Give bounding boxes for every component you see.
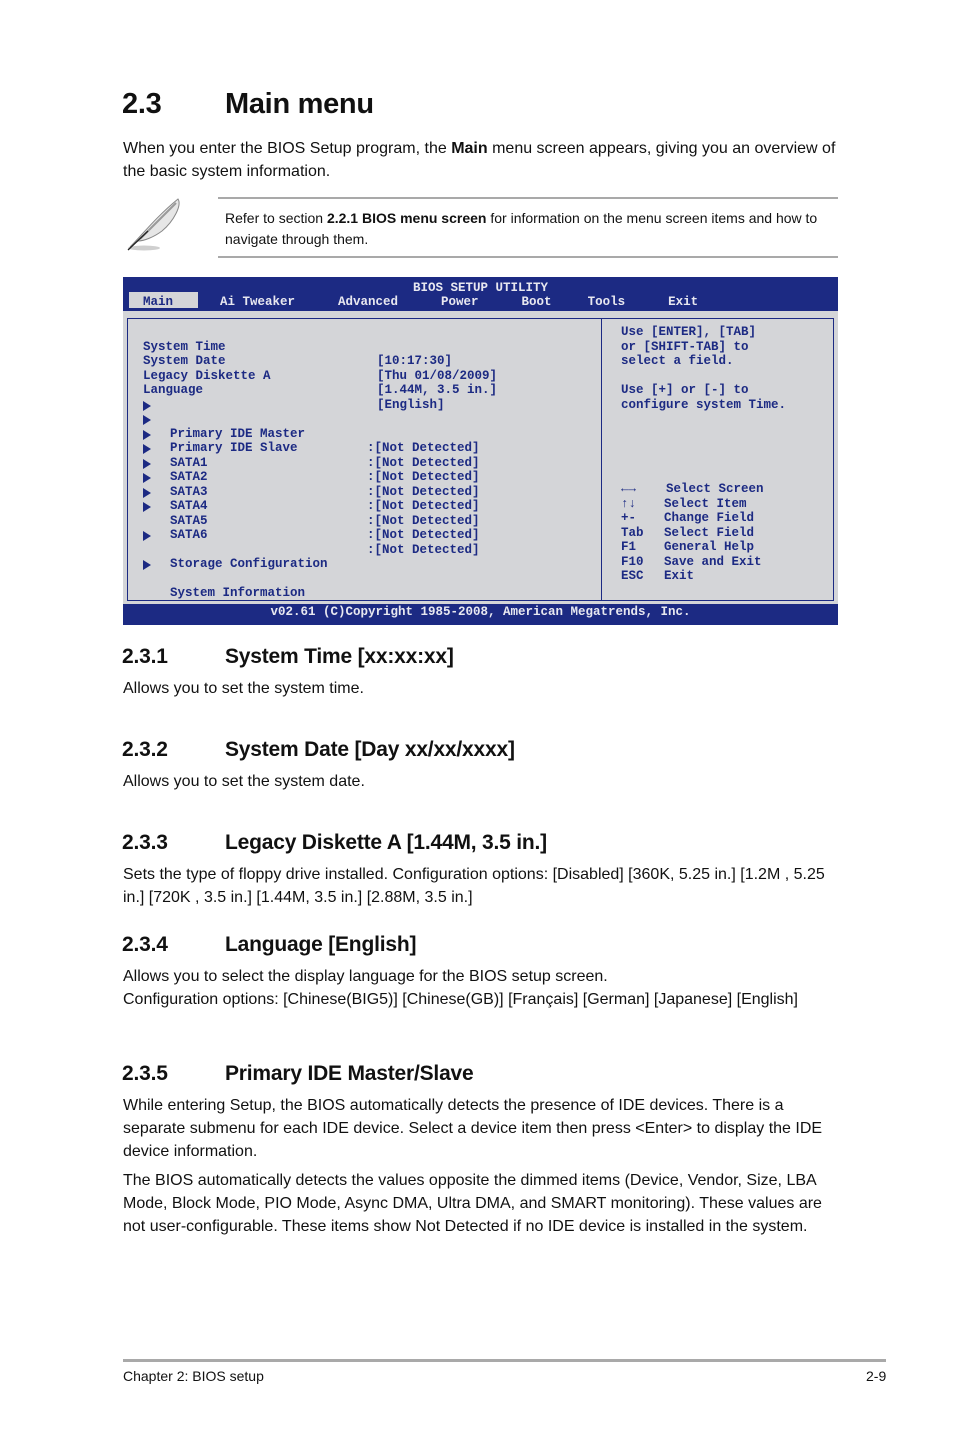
- submenu-arrow-icon: [143, 415, 151, 425]
- left-right-arrows-icon: ←→: [621, 482, 637, 496]
- subsection-paragraph: Allows you to set the system date.: [123, 773, 365, 790]
- intro-paragraph: When you enter the BIOS Setup program, t…: [123, 140, 836, 180]
- note-divider-bottom: [218, 256, 838, 258]
- key-legend-save-exit: F10 Save and Exit: [621, 554, 762, 569]
- submenu-primary-ide-master[interactable]: Primary IDE Master :[Not Detected]: [128, 398, 480, 455]
- help-line: Use [+] or [-] to: [621, 383, 749, 397]
- subsection-heading: 2.3.2 System Date [Day xx/xx/xxxx]: [122, 738, 515, 761]
- submenu-arrow-icon: [143, 530, 151, 541]
- submenu-sata5[interactable]: SATA5 :[Not Detected]: [128, 485, 480, 542]
- tab-boot[interactable]: Boot: [522, 292, 552, 311]
- setting-system-time[interactable]: System Time [10:17:30]: [128, 325, 452, 369]
- up-down-arrows-icon: ↑↓: [621, 496, 637, 511]
- feather-pen-icon: [122, 195, 184, 253]
- submenu-sata1[interactable]: SATA1 :[Not Detected]: [128, 427, 480, 484]
- bios-settings-panel: System Time [10:17:30] System Date [Thu …: [127, 318, 602, 601]
- submenu-sata4[interactable]: SATA4 :[Not Detected]: [128, 470, 480, 528]
- bios-screen: BIOS SETUP UTILITY Main Ai Tweaker Advan…: [123, 277, 838, 625]
- section-number: 2.3: [122, 88, 162, 120]
- tab-tools[interactable]: Tools: [588, 292, 626, 311]
- subsection-paragraph: Sets the type of floppy drive installed.…: [123, 866, 825, 906]
- tab-power[interactable]: Power: [441, 292, 479, 311]
- subsection-paragraph: Configuration options: [Chinese(BIG5)] […: [123, 991, 798, 1008]
- setting-system-date[interactable]: System Date [Thu 01/08/2009]: [128, 340, 497, 383]
- footer-divider: [123, 1359, 886, 1362]
- help-line: select a field.: [621, 354, 734, 368]
- subsection-paragraph: The BIOS automatically detects the value…: [123, 1172, 822, 1235]
- tab-ai-tweaker[interactable]: Ai Tweaker: [220, 292, 295, 311]
- submenu-sata3[interactable]: SATA3 :[Not Detected]: [128, 456, 480, 513]
- key-legend-general-help: F1 General Help: [621, 540, 755, 554]
- subsection-heading: 2.3.5 Primary IDE Master/Slave: [122, 1062, 474, 1085]
- submenu-arrow-icon: [143, 429, 151, 440]
- bios-body: System Time [10:17:30] System Date [Thu …: [123, 311, 838, 604]
- submenu-arrow-icon: [143, 559, 151, 570]
- submenu-sata6[interactable]: SATA6 :[Not Detected]: [128, 499, 480, 557]
- submenu-system-information[interactable]: System Information: [128, 557, 305, 600]
- footer-chapter: Chapter 2: BIOS setup: [123, 1368, 264, 1384]
- setting-language[interactable]: Language [English]: [128, 369, 445, 412]
- submenu-sata2[interactable]: SATA2 :[Not Detected]: [128, 441, 480, 499]
- submenu-storage-configuration[interactable]: Storage Configuration: [128, 528, 328, 571]
- bios-help-panel: Use [ENTER], [TAB] or [SHIFT-TAB] to sel…: [601, 318, 834, 601]
- tab-main[interactable]: Main: [129, 292, 198, 309]
- submenu-primary-ide-slave[interactable]: Primary IDE Slave :[Not Detected]: [128, 412, 480, 470]
- key-legend-select-screen: ←→ Select Screen: [621, 482, 764, 496]
- subsection-heading: 2.3.1 System Time [xx:xx:xx]: [122, 645, 454, 668]
- subsection-paragraph: Allows you to select the display languag…: [123, 968, 608, 985]
- key-legend-exit: ESC Exit: [621, 569, 695, 583]
- submenu-arrow-icon: [143, 400, 151, 411]
- subsection-paragraph: While entering Setup, the BIOS automatic…: [123, 1097, 823, 1160]
- bios-tab-bar: Main Ai Tweaker Advanced Power Boot Tool…: [129, 292, 698, 311]
- footer-page-number: 2-9: [866, 1368, 887, 1384]
- bios-copyright: v02.61 (C)Copyright 1985-2008, American …: [270, 605, 691, 619]
- section-title: Main menu: [225, 88, 374, 120]
- tab-exit[interactable]: Exit: [668, 292, 698, 311]
- key-legend-select-field: Tab Select Field: [621, 525, 755, 540]
- key-legend-select-item: ↑↓ Select Item: [621, 496, 747, 511]
- help-line: or [SHIFT-TAB] to: [621, 339, 749, 354]
- subsection-paragraph: Allows you to set the system time.: [123, 680, 364, 697]
- help-line: Use [ENTER], [TAB]: [621, 325, 757, 339]
- key-legend-change-field: +- Change Field: [621, 511, 755, 525]
- page-title: 2.3 Main menu: [122, 88, 374, 121]
- note-text: Refer to section 2.2.1 BIOS menu screen …: [225, 210, 818, 247]
- submenu-arrow-icon: [143, 502, 151, 512]
- help-line: configure system Time.: [621, 397, 787, 412]
- submenu-arrow-icon: [143, 444, 151, 454]
- setting-legacy-diskette[interactable]: Legacy Diskette A [1.44M, 3.5 in.]: [128, 354, 497, 398]
- submenu-arrow-icon: [143, 487, 151, 498]
- submenu-arrow-icon: [143, 473, 151, 483]
- submenu-arrow-icon: [143, 458, 151, 469]
- tab-advanced[interactable]: Advanced: [338, 292, 398, 311]
- subsection-heading: 2.3.4 Language [English]: [122, 933, 417, 956]
- subsection-heading: 2.3.3 Legacy Diskette A [1.44M, 3.5 in.]: [122, 831, 547, 854]
- note-divider-top: [218, 197, 838, 199]
